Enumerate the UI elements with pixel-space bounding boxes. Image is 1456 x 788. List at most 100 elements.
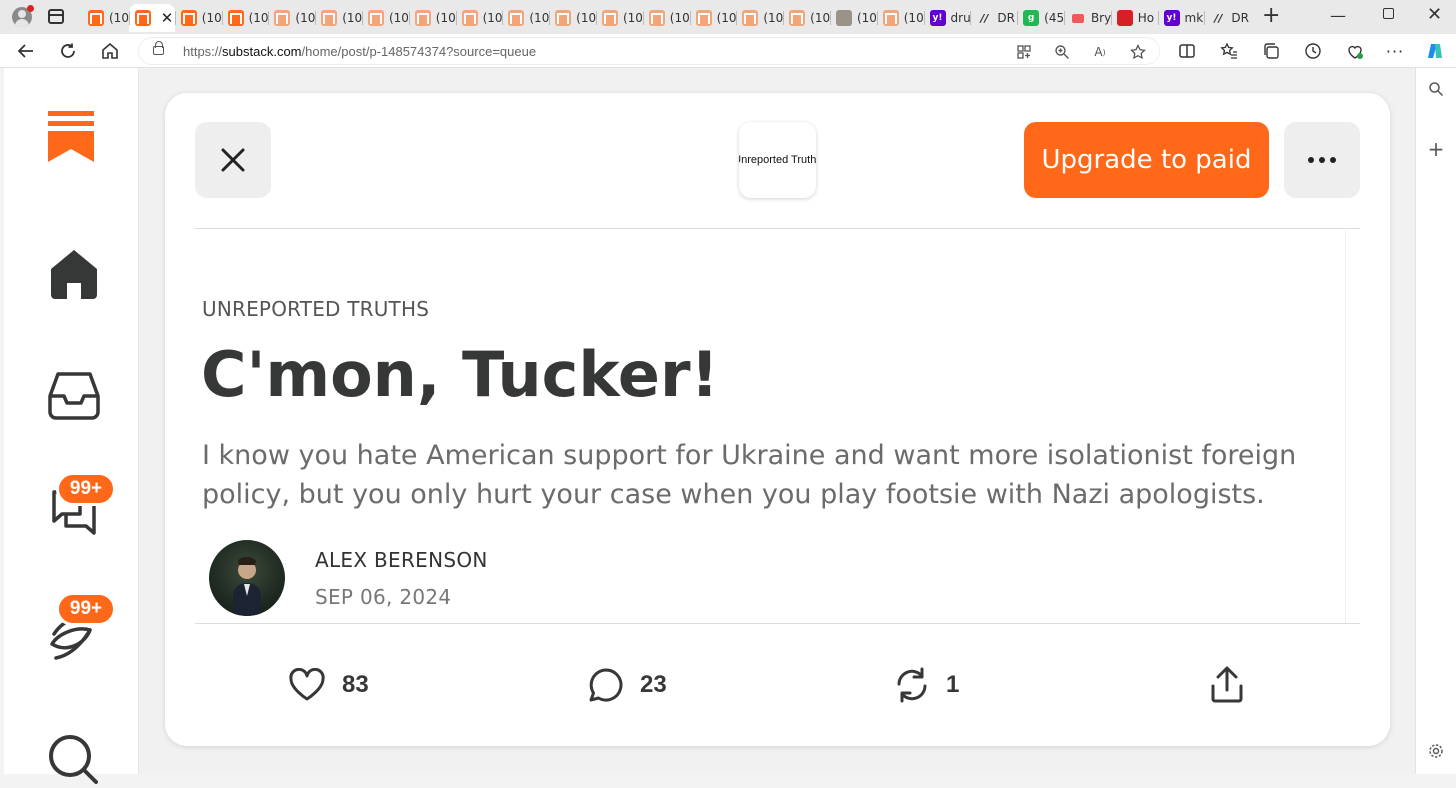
browser-tab-label: (45 [1044,11,1064,25]
post-card: Unreported Truths Upgrade to paid UNREPO… [165,93,1390,746]
settings-more-icon[interactable]: ··· [1384,40,1406,62]
browser-tab-label: dru [950,11,971,25]
author-avatar[interactable] [209,540,285,616]
browser-tab-label: (10 [622,11,643,25]
substack-favicon-faded-icon [695,10,712,26]
reload-icon[interactable] [57,40,79,62]
browser-tab[interactable]: (10 [595,4,643,32]
substack-favicon-icon [88,10,104,26]
browser-tab[interactable]: (10 [736,4,783,32]
drudge-favicon-icon: // [976,10,993,26]
copilot-icon[interactable] [1424,40,1446,62]
browser-tab[interactable]: (10 [82,4,129,32]
browser-tab[interactable]: (10 [502,4,549,32]
browser-tab-label: (10 [529,11,550,25]
new-tab-plus-icon[interactable]: + [1262,4,1280,28]
browser-tab-label: DR [997,11,1015,25]
restack-button[interactable]: 1 [894,663,959,707]
restack-count: 1 [946,671,960,698]
browser-tab-label: (10 [342,11,362,25]
inbox-nav-icon[interactable] [46,368,102,424]
window-close-icon[interactable]: ✕ [1427,4,1442,25]
substack-favicon-faded-icon [789,10,806,26]
back-arrow-icon[interactable] [15,40,37,62]
browser-tab[interactable]: (10 [361,4,409,32]
substack-favicon-icon [227,10,244,26]
lock-icon[interactable] [153,41,164,55]
substack-logo-icon[interactable] [48,111,98,163]
substack-favicon-icon [134,10,151,26]
browser-tab[interactable]: (10 [549,4,596,32]
publication-logo-text: Unreported Truths [739,154,816,166]
browser-tab[interactable]: (10 [174,4,222,32]
search-nav-icon[interactable] [46,732,102,788]
publication-name[interactable]: UNREPORTED TRUTHS [202,297,429,321]
substack-favicon-faded-icon [414,10,431,26]
browser-tab[interactable]: (10 [876,4,924,32]
browser-tab-label: (10 [295,11,316,25]
read-aloud-icon[interactable]: A) [1091,43,1109,61]
browser-essentials-icon[interactable] [1344,40,1366,62]
browser-tab[interactable]: (10 [455,4,503,32]
substack-favicon-faded-icon [321,10,338,26]
favorite-star-icon[interactable] [1129,43,1147,61]
browser-tab[interactable]: Bry [1063,4,1111,32]
browser-tab[interactable]: y! mk [1157,4,1205,32]
like-button[interactable]: 83 [288,663,369,707]
substack-nav-rail: 99+ 99+ [4,68,139,784]
browser-tab[interactable]: // DR [970,4,1017,32]
share-icon [1211,666,1243,703]
app-available-icon[interactable] [1015,43,1033,61]
minimize-icon[interactable]: — [1330,6,1346,25]
sidebar-settings-icon[interactable] [1427,742,1445,760]
browser-tab[interactable]: (10 [268,4,315,32]
favorites-icon[interactable] [1218,40,1240,62]
browser-tab[interactable]: (10 [829,4,877,32]
author-name[interactable]: ALEX BERENSON [315,548,488,572]
home-nav-icon[interactable] [46,246,102,302]
close-post-button[interactable] [195,122,271,198]
comment-button[interactable]: 23 [588,663,667,707]
browser-tab-label: (10 [716,11,737,25]
tab-actions-icon[interactable] [48,9,64,24]
browser-tab-label: Bry [1090,11,1111,25]
share-button[interactable] [1210,663,1244,707]
sidebar-search-icon[interactable] [1427,80,1445,98]
substack-favicon-faded-icon [367,10,384,26]
browser-tab[interactable]: (10 [689,4,737,32]
history-icon[interactable] [1302,40,1324,62]
substack-favicon-faded-icon [508,10,525,26]
browser-tab-label: (10 [109,11,129,25]
browser-tab[interactable]: y! dru [923,4,971,32]
tab-close-icon[interactable]: ✕ [161,9,174,27]
substack-favicon-faded-icon [601,10,618,26]
zoom-icon[interactable] [1053,43,1071,61]
browser-tab-label: (10 [388,11,409,25]
browser-tab[interactable]: ✕ [128,4,175,32]
publication-logo[interactable]: Unreported Truths [739,122,816,198]
upgrade-to-paid-button[interactable]: Upgrade to paid [1024,122,1269,198]
profile-status-dot [27,5,34,12]
sidebar-add-icon[interactable]: + [1427,137,1445,161]
collections-icon[interactable] [1260,40,1282,62]
more-options-button[interactable] [1284,122,1360,198]
split-screen-icon[interactable] [1176,40,1198,62]
address-bar[interactable]: https://substack.com/home/post/p-1485743… [138,37,1160,65]
browser-tab[interactable]: (10 [408,4,456,32]
browser-tab[interactable]: (10 [783,4,830,32]
browser-tab[interactable]: g (45 [1017,4,1064,32]
restore-icon[interactable] [1383,8,1394,19]
heart-icon [289,668,325,701]
substack-favicon-faded-icon [882,10,899,26]
browser-tab[interactable]: (10 [221,4,268,32]
browser-tab[interactable]: Ho [1110,4,1158,32]
browser-tab-label: (10 [482,11,503,25]
home-icon[interactable] [99,40,121,62]
browser-tab[interactable]: (10 [315,4,362,32]
browser-tab[interactable]: (10 [642,4,690,32]
comment-count: 23 [640,671,667,698]
browser-tab-label: DR [1231,11,1249,25]
scroll-edge-line [1345,230,1346,624]
browser-tab[interactable]: // DR [1204,4,1251,32]
tab-strip: (10 ✕ (10 (10 (10 (10 (10 (10 (10 (10 (10 (10 (10 (10… [0,0,1456,34]
